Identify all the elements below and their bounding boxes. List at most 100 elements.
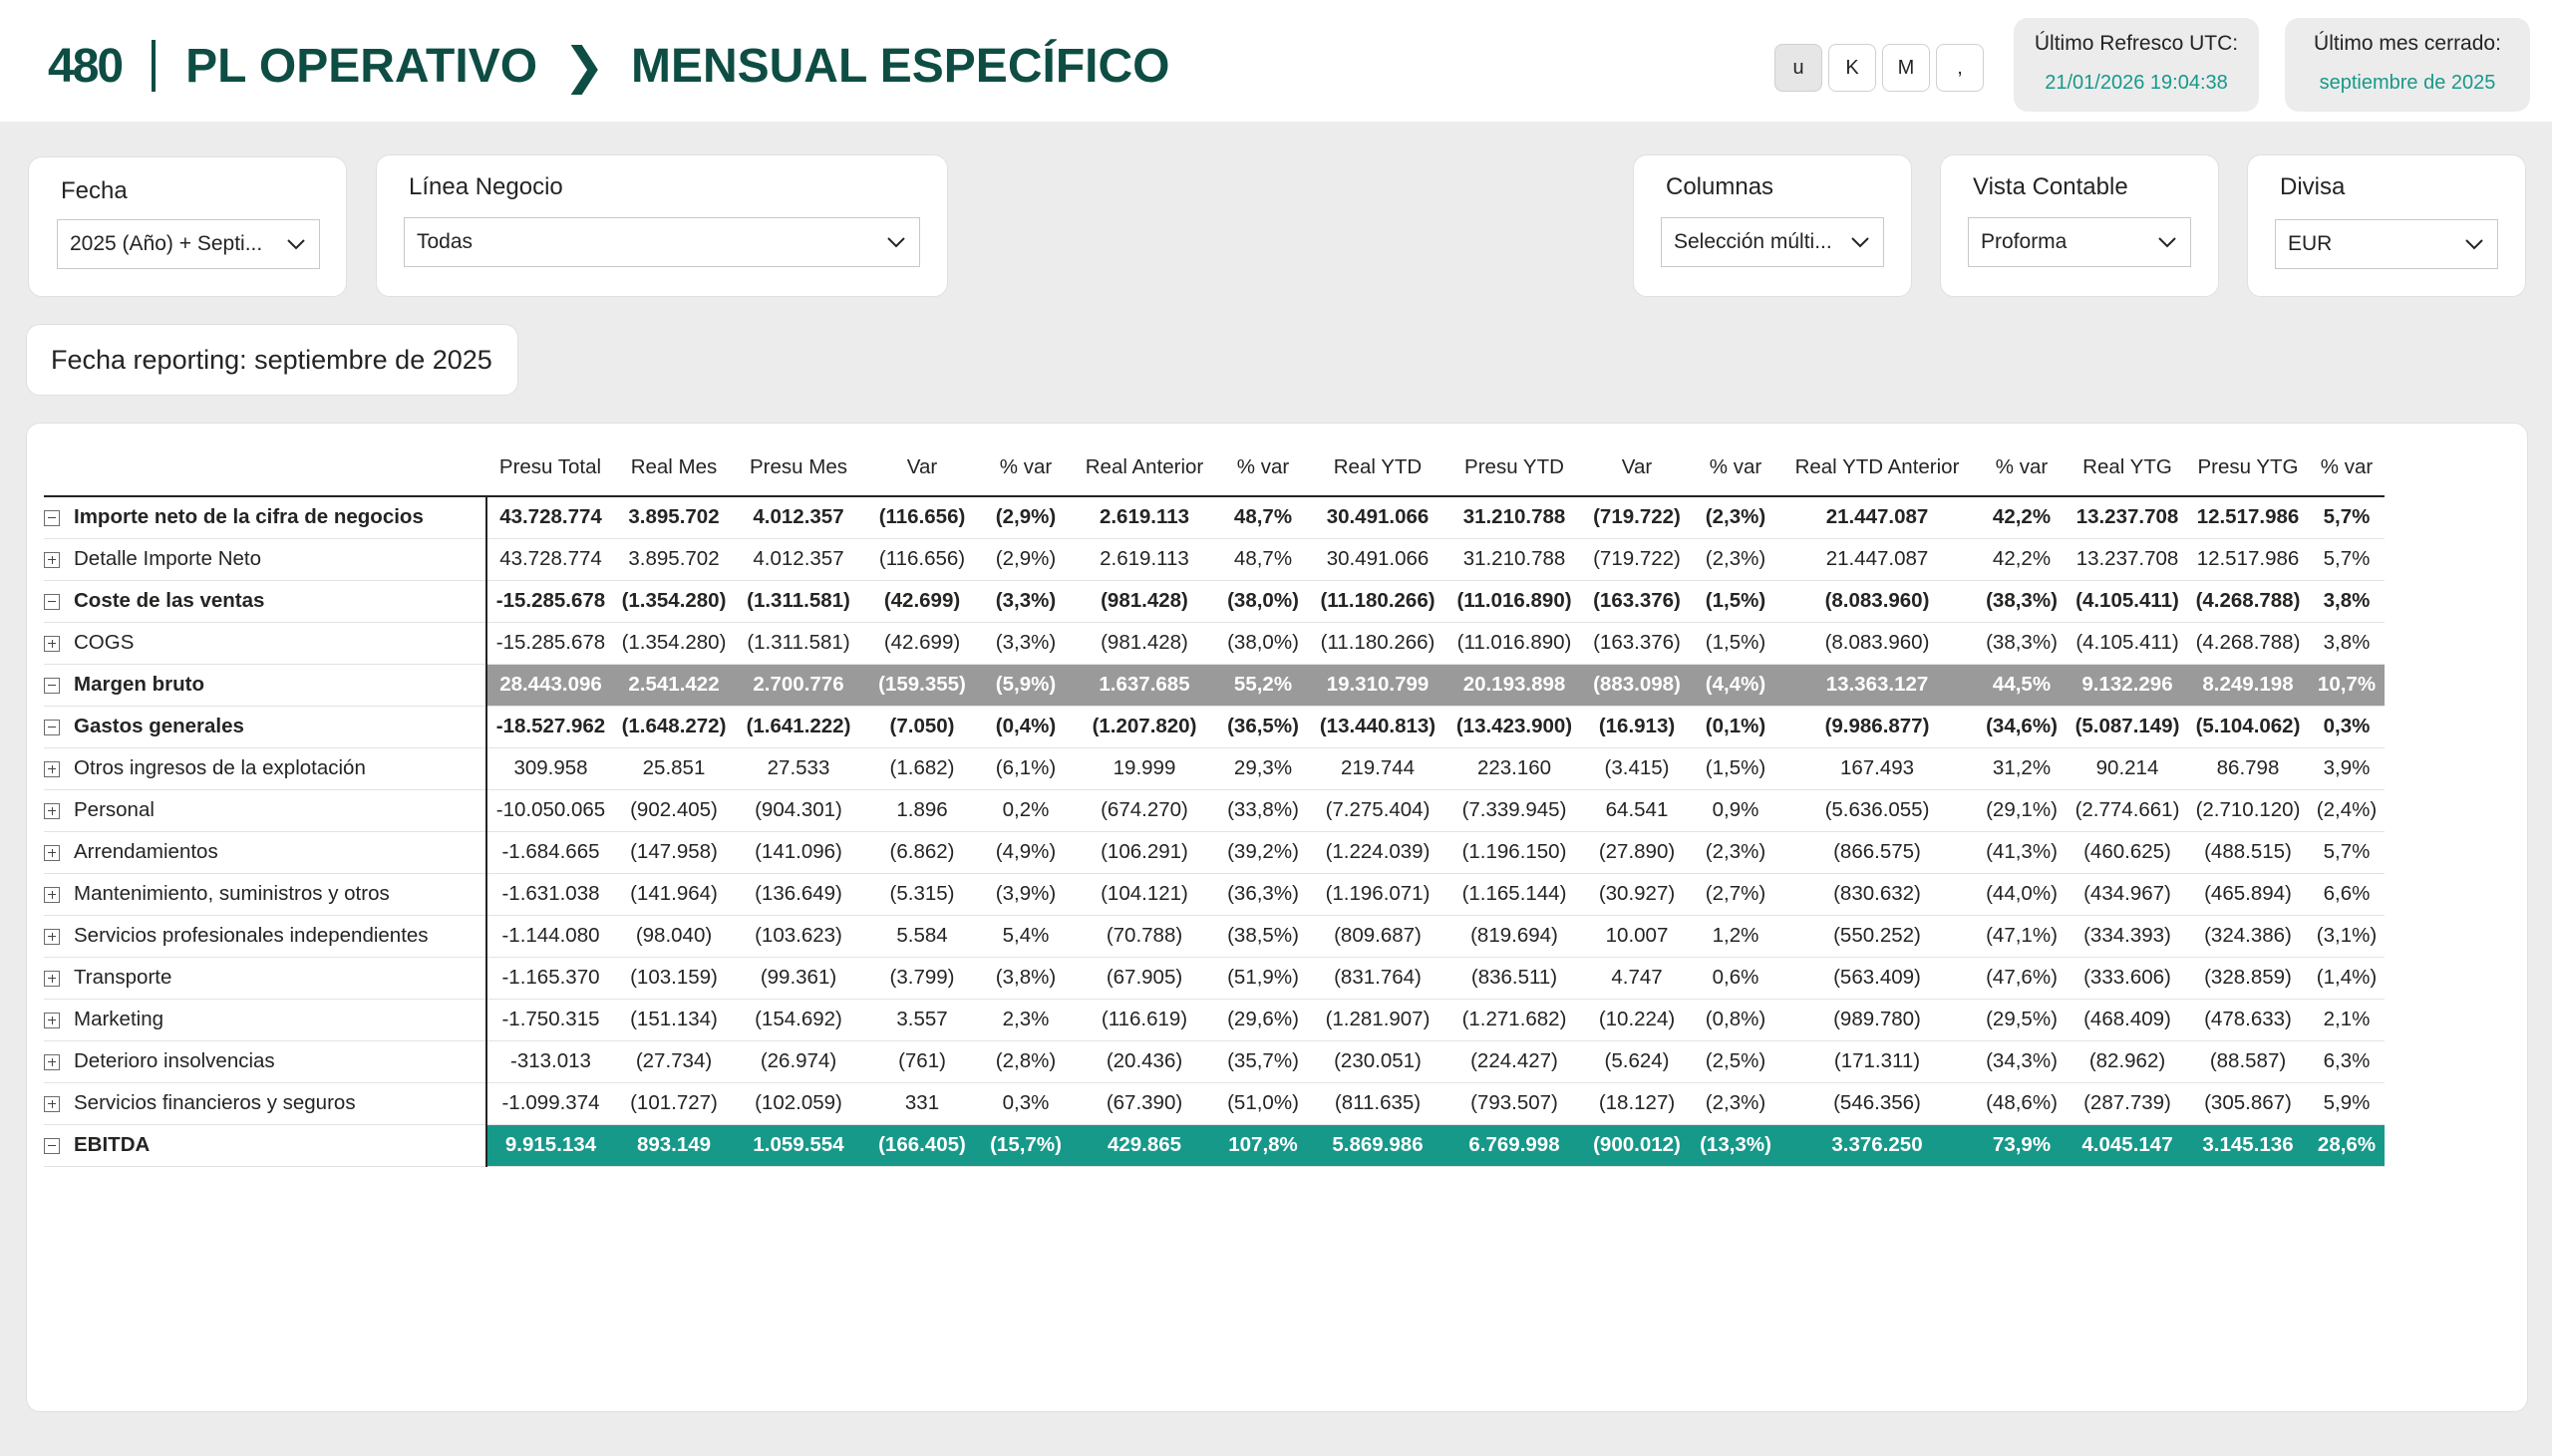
value-cell: (116.656): [863, 538, 981, 581]
column-header[interactable]: % var: [1693, 438, 1778, 497]
value-cell: (793.507): [1447, 1082, 1581, 1125]
chevron-down-icon: [2465, 239, 2483, 250]
column-header[interactable]: Real Mes: [614, 438, 734, 497]
column-header[interactable]: % var: [981, 438, 1071, 497]
value-cell: (101.727): [614, 1082, 734, 1125]
row-label-cell: COGS: [44, 622, 487, 665]
value-cell: (136.649): [734, 873, 863, 916]
value-cell: (11.016.890): [1447, 580, 1581, 623]
column-header[interactable]: Real YTD Anterior: [1778, 438, 1976, 497]
value-cell: (38,3%): [1976, 580, 2068, 623]
value-cell: (1.224.039): [1308, 831, 1447, 874]
value-cell: (460.625): [2068, 831, 2187, 874]
collapse-icon[interactable]: [44, 719, 60, 735]
divisa-dropdown[interactable]: EUR: [2275, 219, 2498, 269]
column-header[interactable]: Real YTG: [2068, 438, 2187, 497]
value-cell: (38,3%): [1976, 622, 2068, 665]
columnas-dropdown[interactable]: Selección múlti...: [1661, 217, 1884, 267]
row-label: Arrendamientos: [74, 840, 218, 863]
column-header[interactable]: Presu Total: [486, 438, 614, 497]
value-cell: 5.584: [863, 915, 981, 958]
value-cell: (1.354.280): [614, 622, 734, 665]
pl-matrix-table: Presu Total Real Mes Presu Mes Var% var Real…: [44, 438, 2385, 1167]
value-cell: (13.440.813): [1308, 706, 1447, 748]
column-header[interactable]: Real Anterior: [1071, 438, 1218, 497]
value-cell: (7.339.945): [1447, 789, 1581, 832]
value-cell: (719.722): [1581, 496, 1693, 539]
value-cell: 5,7%: [2309, 538, 2385, 581]
table-row: Deterioro insolvencias -313.013 (27.734) (2…: [44, 1040, 2385, 1083]
row-label: Servicios financieros y seguros: [74, 1091, 356, 1114]
value-cell: (8.083.960): [1778, 580, 1976, 623]
value-cell: 223.160: [1447, 747, 1581, 790]
value-cell: (47,6%): [1976, 957, 2068, 1000]
value-cell: (3,3%): [981, 622, 1071, 665]
column-header[interactable]: % var: [1976, 438, 2068, 497]
value-cell: 21.447.087: [1778, 538, 1976, 581]
report-title: PL OPERATIVO: [185, 39, 538, 93]
collapse-icon[interactable]: [44, 593, 60, 610]
value-cell: (1,4%): [2309, 957, 2385, 1000]
linea-negocio-dropdown[interactable]: Todas: [404, 217, 920, 267]
value-cell: 12.517.986: [2187, 496, 2309, 539]
expand-icon[interactable]: [44, 886, 60, 903]
value-cell: (546.356): [1778, 1082, 1976, 1125]
value-cell: (1.682): [863, 747, 981, 790]
column-header[interactable]: % var: [2309, 438, 2385, 497]
value-cell: 3,8%: [2309, 622, 2385, 665]
expand-icon[interactable]: [44, 928, 60, 945]
unit-button-thousands[interactable]: K: [1828, 44, 1876, 92]
value-cell: (35,7%): [1218, 1040, 1308, 1083]
expand-icon[interactable]: [44, 1012, 60, 1028]
fecha-dropdown[interactable]: 2025 (Año) + Septi...: [57, 219, 320, 269]
value-cell: (15,7%): [981, 1124, 1071, 1167]
collapse-icon[interactable]: [44, 677, 60, 694]
expand-icon[interactable]: [44, 970, 60, 987]
value-cell: 429.865: [1071, 1124, 1218, 1167]
row-label: Importe neto de la cifra de negocios: [74, 505, 424, 529]
expand-icon[interactable]: [44, 844, 60, 861]
row-label-cell: Servicios financieros y seguros: [44, 1082, 487, 1125]
value-cell: 5,7%: [2309, 496, 2385, 539]
expand-icon[interactable]: [44, 635, 60, 652]
table-row: Gastos generales -18.527.962 (1.648.272) (1…: [44, 706, 2385, 748]
expand-icon[interactable]: [44, 551, 60, 568]
value-cell: (116.619): [1071, 999, 1218, 1041]
vista-contable-dropdown[interactable]: Proforma: [1968, 217, 2191, 267]
column-header[interactable]: Presu YTD: [1447, 438, 1581, 497]
column-header[interactable]: Var: [863, 438, 981, 497]
value-cell: (761): [863, 1040, 981, 1083]
unit-button-units[interactable]: u: [1774, 44, 1822, 92]
column-header[interactable]: Presu Mes: [734, 438, 863, 497]
column-header[interactable]: Real YTD: [1308, 438, 1447, 497]
column-header[interactable]: Var: [1581, 438, 1693, 497]
value-cell: (2,3%): [1693, 1082, 1778, 1125]
expand-icon[interactable]: [44, 760, 60, 777]
expand-icon[interactable]: [44, 1095, 60, 1112]
value-cell: 4.012.357: [734, 538, 863, 581]
value-cell: (0,1%): [1693, 706, 1778, 748]
value-cell: (106.291): [1071, 831, 1218, 874]
collapse-icon[interactable]: [44, 1137, 60, 1154]
refresh-label: Último Refresco UTC:: [2034, 32, 2239, 55]
value-cell: (29,1%): [1976, 789, 2068, 832]
row-label-cell: Deterioro insolvencias: [44, 1040, 487, 1083]
value-cell: (866.575): [1778, 831, 1976, 874]
row-label: Gastos generales: [74, 715, 244, 737]
expand-icon[interactable]: [44, 802, 60, 819]
value-cell: 21.447.087: [1778, 496, 1976, 539]
collapse-icon[interactable]: [44, 509, 60, 526]
expand-icon[interactable]: [44, 1053, 60, 1070]
unit-button-millions[interactable]: M: [1882, 44, 1930, 92]
value-cell: 6,3%: [2309, 1040, 2385, 1083]
unit-button-separator[interactable]: ,: [1936, 44, 1984, 92]
column-header[interactable]: % var: [1218, 438, 1308, 497]
row-label: Otros ingresos de la explotación: [74, 756, 366, 779]
column-header[interactable]: Presu YTG: [2187, 438, 2309, 497]
value-cell: 2.700.776: [734, 664, 863, 707]
value-cell: 64.541: [1581, 789, 1693, 832]
value-cell: 8.249.198: [2187, 664, 2309, 707]
value-cell: -10.050.065: [486, 789, 614, 832]
value-cell: (10.224): [1581, 999, 1693, 1041]
value-cell: (902.405): [614, 789, 734, 832]
